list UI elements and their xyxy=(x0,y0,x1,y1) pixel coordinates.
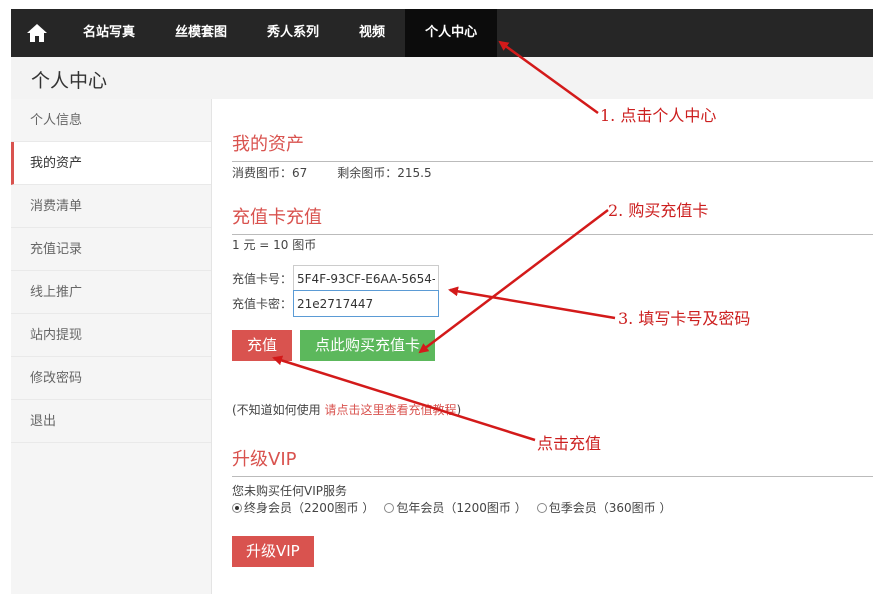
annotation-step3: 3. 填写卡号及密码 xyxy=(618,309,751,328)
home-icon[interactable] xyxy=(11,9,63,57)
assets-stats: 消费图币：67 剩余图币：215.5 xyxy=(232,164,432,181)
vip-status: 您未购买任何VIP服务 xyxy=(232,484,347,498)
nav-item-xiuren[interactable]: 秀人系列 xyxy=(247,9,339,57)
annotation-step2: 2. 购买充值卡 xyxy=(608,201,709,220)
help-prefix: (不知道如何使用 xyxy=(232,403,325,417)
sidebar-item-logout[interactable]: 退出 xyxy=(11,400,211,443)
page-header: 个人中心 xyxy=(11,57,873,99)
card-password-input[interactable] xyxy=(293,290,440,317)
spent-coins: 消费图币：67 xyxy=(232,166,308,180)
top-nav: 名站写真 丝模套图 秀人系列 视频 个人中心 xyxy=(11,9,873,57)
vip-option-yearly-label: 包年会员（1200图币 ） xyxy=(396,501,527,515)
help-suffix: ) xyxy=(456,403,462,417)
nav-item-mingzhan[interactable]: 名站写真 xyxy=(63,9,155,57)
exchange-rate: 1 元 = 10 图币 xyxy=(232,238,317,252)
card-number-row: 充值卡号： xyxy=(232,265,440,292)
nav-item-video[interactable]: 视频 xyxy=(339,9,405,57)
page-title: 个人中心 xyxy=(31,70,108,92)
upgrade-vip-button[interactable]: 升级VIP xyxy=(232,536,314,567)
sidebar-item-change-password[interactable]: 修改密码 xyxy=(11,357,211,400)
help-text: (不知道如何使用 请点击这里查看充值教程) xyxy=(232,401,461,418)
annotation-step1: 1. 点击个人中心 xyxy=(600,106,717,125)
remaining-coins: 剩余图币：215.5 xyxy=(337,166,432,180)
card-number-label: 充值卡号： xyxy=(232,272,293,286)
recharge-button[interactable]: 充值 xyxy=(232,330,293,361)
radio-icon xyxy=(536,502,547,513)
recharge-title: 充值卡充值 xyxy=(232,203,873,235)
card-password-row: 充值卡密： xyxy=(232,290,440,317)
sidebar-item-withdraw[interactable]: 站内提现 xyxy=(11,314,211,357)
radio-selected-icon xyxy=(232,502,242,513)
help-tutorial-link[interactable]: 请点击这里查看充值教程 xyxy=(325,403,457,417)
card-password-label: 充值卡密： xyxy=(232,297,293,311)
sidebar: 个人信息 我的资产 消费清单 充值记录 线上推广 站内提现 修改密码 退出 xyxy=(11,99,212,594)
vip-options: 终身会员（2200图币 ） 包年会员（1200图币 ） 包季会员（360图币 ） xyxy=(232,499,681,516)
vip-option-lifetime-label: 终身会员（2200图币 ） xyxy=(244,501,375,515)
nav-item-user-center[interactable]: 个人中心 xyxy=(405,9,498,57)
sidebar-item-promotion[interactable]: 线上推广 xyxy=(11,271,211,314)
vip-option-yearly[interactable]: 包年会员（1200图币 ） xyxy=(384,499,527,516)
radio-icon xyxy=(384,502,395,513)
vip-option-quarterly[interactable]: 包季会员（360图币 ） xyxy=(536,499,672,516)
vip-option-quarterly-label: 包季会员（360图币 ） xyxy=(548,501,672,515)
sidebar-item-spending[interactable]: 消费清单 xyxy=(11,185,211,228)
card-number-input[interactable] xyxy=(293,265,440,292)
buy-card-button[interactable]: 点此购买充值卡 xyxy=(300,330,436,361)
arrow-to-card-fields xyxy=(448,286,616,320)
arrow-to-recharge-button xyxy=(272,355,536,442)
annotation-step4: 点击充值 xyxy=(537,434,602,453)
sidebar-item-assets[interactable]: 我的资产 xyxy=(11,142,211,185)
assets-title: 我的资产 xyxy=(232,130,873,162)
nav-item-simo[interactable]: 丝模套图 xyxy=(155,9,247,57)
sidebar-item-profile[interactable]: 个人信息 xyxy=(11,99,211,142)
sidebar-item-recharge-history[interactable]: 充值记录 xyxy=(11,228,211,271)
vip-option-lifetime[interactable]: 终身会员（2200图币 ） xyxy=(232,499,374,516)
recharge-buttons: 充值 点此购买充值卡 xyxy=(232,330,436,361)
